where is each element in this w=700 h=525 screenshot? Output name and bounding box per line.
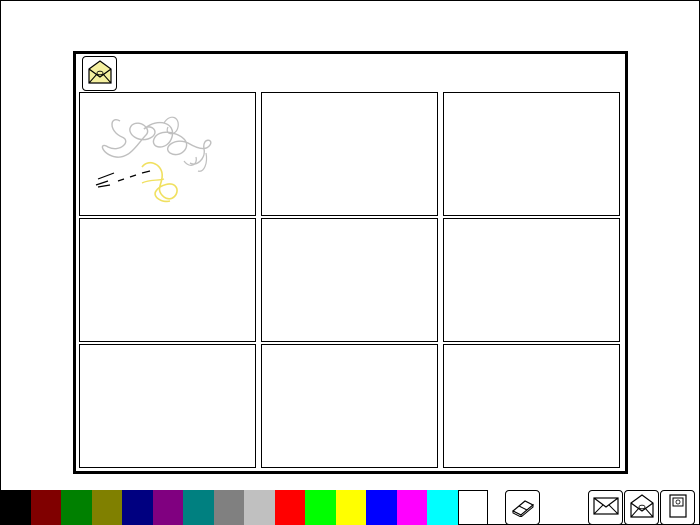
drawing-tile-7[interactable] (79, 344, 256, 468)
color-swatch-14[interactable] (396, 490, 427, 525)
drawing-tile-6[interactable] (443, 218, 620, 342)
color-swatch-1[interactable] (0, 490, 31, 525)
color-palette (0, 490, 488, 525)
color-swatch-12[interactable] (335, 490, 366, 525)
color-swatch-3[interactable] (61, 490, 92, 525)
color-swatch-9[interactable] (244, 490, 275, 525)
drawing-tile-9[interactable] (443, 344, 620, 468)
drawing-gallery (79, 92, 620, 468)
open-envelope-button[interactable] (82, 56, 117, 91)
open-envelope-icon (86, 58, 114, 90)
drawing-tile-3[interactable] (443, 92, 620, 216)
send-envelope-button[interactable] (588, 490, 623, 525)
drawing-thumbnail (95, 116, 212, 203)
color-swatch-16[interactable] (457, 490, 488, 525)
drawing-tile-5[interactable] (261, 218, 438, 342)
envelope-icon (592, 495, 620, 521)
color-swatch-15[interactable] (427, 490, 458, 525)
color-swatch-8[interactable] (213, 490, 244, 525)
drawing-board (73, 51, 628, 474)
page-button[interactable] (660, 490, 695, 525)
eraser-icon (509, 495, 537, 521)
drawing-tile-4[interactable] (79, 218, 256, 342)
drawing-tile-8[interactable] (261, 344, 438, 468)
color-swatch-6[interactable] (152, 490, 183, 525)
open-envelope-tool-button[interactable] (624, 490, 659, 525)
color-swatch-13[interactable] (366, 490, 397, 525)
drawing-tile-2[interactable] (261, 92, 438, 216)
page-icon (666, 493, 690, 523)
color-swatch-11[interactable] (305, 490, 336, 525)
color-swatch-4[interactable] (91, 490, 122, 525)
color-swatch-2[interactable] (30, 490, 61, 525)
color-swatch-7[interactable] (183, 490, 214, 525)
eraser-button[interactable] (505, 490, 540, 525)
open-envelope-icon (628, 493, 656, 523)
color-swatch-5[interactable] (122, 490, 153, 525)
color-swatch-10[interactable] (274, 490, 305, 525)
drawing-tile-1[interactable] (79, 92, 256, 216)
